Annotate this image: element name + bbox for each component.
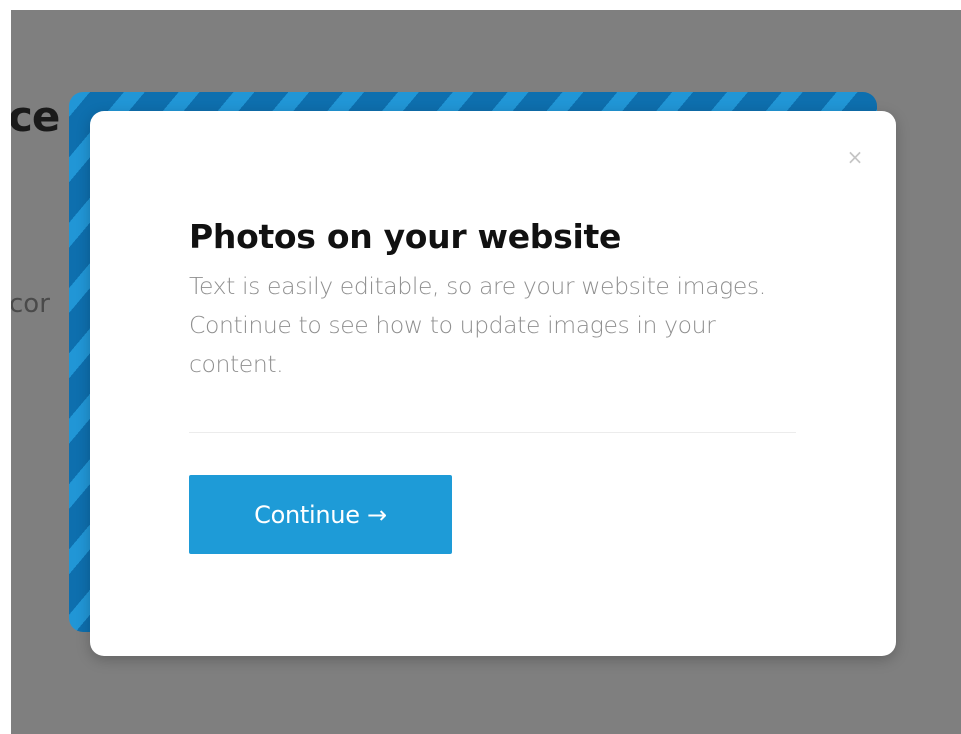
modal-title: Photos on your website [189,217,622,256]
background-page-heading: ce [11,92,60,141]
background-page-text: cor [11,289,50,319]
close-icon[interactable]: × [846,146,864,168]
continue-button[interactable]: Continue → [189,475,452,554]
divider [189,432,796,433]
modal-description: Text is easily editable, so are your web… [189,272,766,378]
